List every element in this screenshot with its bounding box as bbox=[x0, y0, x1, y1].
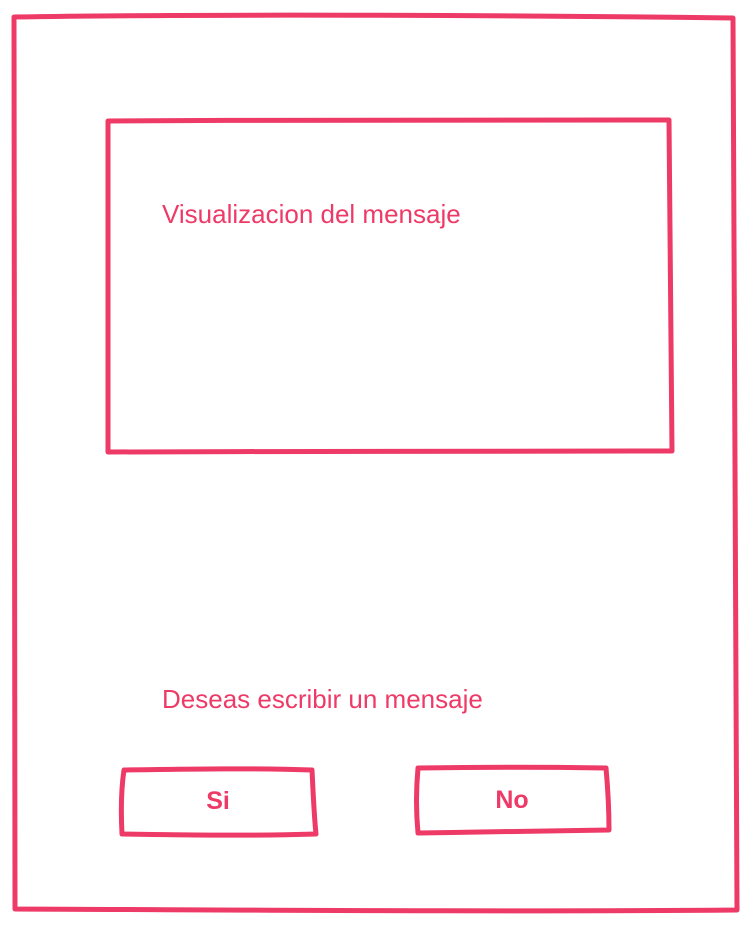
no-button[interactable]: No bbox=[416, 767, 608, 833]
message-display-box bbox=[105, 117, 675, 455]
yes-button[interactable]: Si bbox=[122, 768, 314, 834]
message-dialog-wireframe: { "colors": { "accent": "#EE3A67", "back… bbox=[0, 0, 753, 933]
message-display-label: Visualizacion del mensaje bbox=[162, 199, 461, 229]
wireframe-sketch bbox=[11, 12, 740, 914]
write-message-prompt: Deseas escribir un mensaje bbox=[162, 684, 483, 714]
